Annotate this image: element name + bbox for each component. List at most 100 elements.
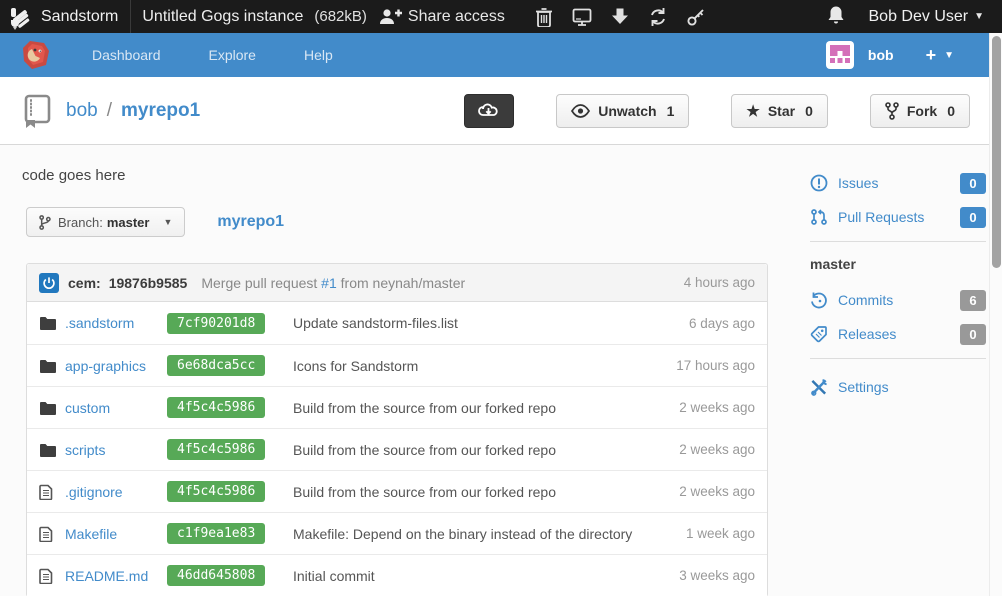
unwatch-label: Unwatch: [598, 103, 656, 119]
file-sha-badge[interactable]: 4f5c4c5986: [167, 481, 265, 502]
repo-header: bob / myrepo1 Unwatch 1 ★ Star 0: [0, 77, 1002, 145]
repo-owner-link[interactable]: bob: [66, 100, 98, 122]
sidebar-item-releases[interactable]: Releases 0: [810, 320, 986, 348]
star-icon: ★: [746, 102, 759, 120]
bell-icon: [827, 5, 845, 25]
commits-count-badge: 6: [960, 290, 986, 311]
file-name-link[interactable]: .sandstorm: [65, 315, 167, 331]
scrollbar-thumb[interactable]: [992, 36, 1001, 268]
gogs-logo[interactable]: [20, 39, 52, 71]
issues-label: Issues: [838, 175, 878, 191]
cloud-download-icon: [477, 101, 501, 120]
share-access-label: Share access: [408, 8, 505, 26]
sidebar-item-issues[interactable]: Issues 0: [810, 169, 986, 197]
file-name-link[interactable]: .gitignore: [65, 484, 167, 500]
commit-author-avatar[interactable]: [39, 273, 59, 293]
sidebar-item-commits[interactable]: Commits 6: [810, 286, 986, 314]
person-add-icon: [379, 8, 403, 26]
open-in-new-window-button[interactable]: [571, 6, 593, 28]
sidebar-item-pull-requests[interactable]: Pull Requests 0: [810, 203, 986, 231]
star-label: Star: [768, 103, 795, 119]
restart-grain-button[interactable]: [647, 6, 669, 28]
folder-icon: [39, 443, 56, 457]
fork-button[interactable]: Fork 0: [870, 94, 970, 128]
commit-message-prefix: Merge pull request: [201, 275, 317, 291]
commit-message-suffix: from neynah/master: [341, 275, 466, 291]
issues-icon: [810, 174, 828, 192]
refresh-icon: [648, 7, 668, 27]
repo-book-icon: [22, 94, 52, 128]
nav-item-dashboard[interactable]: Dashboard: [92, 47, 161, 63]
commit-sha-link[interactable]: 19876b9585: [109, 275, 188, 291]
nav-item-help[interactable]: Help: [304, 47, 333, 63]
file-name-link[interactable]: custom: [65, 400, 167, 416]
fork-icon: [885, 102, 899, 120]
api-key-button[interactable]: [685, 6, 707, 28]
star-count: 0: [805, 103, 813, 119]
branch-select-button[interactable]: Branch: master ▼: [26, 207, 185, 237]
notifications-bell-button[interactable]: [827, 5, 845, 29]
page-scrollbar[interactable]: [989, 33, 1002, 596]
pull-requests-count-badge: 0: [960, 207, 986, 228]
user-avatar[interactable]: [826, 41, 854, 69]
commits-history-icon: [810, 291, 828, 309]
nav-username[interactable]: bob: [868, 47, 894, 63]
gogs-navbar: Dashboard Explore Help bob + ▼: [0, 33, 1002, 77]
pr-link[interactable]: #1: [321, 275, 337, 291]
fork-label: Fork: [907, 103, 937, 119]
file-commit-message: Initial commit: [293, 568, 645, 584]
app-name[interactable]: Sandstorm: [41, 8, 118, 26]
file-name-link[interactable]: app-graphics: [65, 358, 167, 374]
folder-icon: [39, 401, 56, 415]
sidebar-item-settings[interactable]: Settings: [810, 373, 986, 401]
file-commit-message: Build from the source from our forked re…: [293, 400, 645, 416]
commit-author[interactable]: cem:: [68, 275, 101, 291]
file-sha-badge[interactable]: 46dd645808: [167, 565, 265, 586]
caret-down-icon: ▼: [163, 217, 172, 227]
branch-label: Branch:: [58, 215, 103, 230]
file-commit-message: Build from the source from our forked re…: [293, 484, 645, 500]
repo-description: code goes here: [22, 167, 768, 184]
pull-requests-label: Pull Requests: [838, 209, 924, 225]
sidebar-divider: [810, 241, 986, 242]
commits-label: Commits: [838, 292, 893, 308]
share-access-button[interactable]: Share access: [379, 8, 505, 26]
sidebar-branch-heading: master: [810, 256, 986, 272]
new-repo-plus-button[interactable]: +: [926, 45, 937, 66]
issues-count-badge: 0: [960, 173, 986, 194]
file-name-link[interactable]: Makefile: [65, 526, 167, 542]
file-sha-badge[interactable]: 7cf90201d8: [167, 313, 265, 334]
nav-item-explore[interactable]: Explore: [209, 47, 256, 63]
file-commit-time: 2 weeks ago: [645, 484, 755, 499]
table-row: .gitignore 4f5c4c5986 Build from the sou…: [27, 470, 767, 512]
delete-grain-button[interactable]: [533, 6, 555, 28]
repo-name-link[interactable]: myrepo1: [121, 100, 200, 122]
file-commit-time: 1 week ago: [645, 526, 755, 541]
user-menu[interactable]: Bob Dev User ▼: [869, 8, 985, 26]
tag-icon: [810, 325, 828, 343]
file-commit-time: 17 hours ago: [645, 358, 755, 373]
repo-action-buttons: Unwatch 1 ★ Star 0 Fork 0: [464, 94, 970, 128]
file-sha-badge[interactable]: 6e68dca5cc: [167, 355, 265, 376]
clone-download-button[interactable]: [464, 94, 514, 128]
repo-root-link[interactable]: myrepo1: [217, 213, 284, 231]
file-sha-badge[interactable]: c1f9ea1e83: [167, 523, 265, 544]
star-button[interactable]: ★ Star 0: [731, 94, 827, 128]
unwatch-button[interactable]: Unwatch 1: [556, 94, 689, 128]
branch-row: Branch: master ▼ myrepo1: [26, 207, 768, 237]
grain-title[interactable]: Untitled Gogs instance: [142, 8, 303, 26]
caret-down-icon[interactable]: ▼: [944, 50, 954, 61]
file-name-link[interactable]: scripts: [65, 442, 167, 458]
download-backup-button[interactable]: [609, 6, 631, 28]
repo-breadcrumb: bob / myrepo1: [66, 100, 200, 122]
file-icon: [39, 568, 53, 584]
file-commit-time: 2 weeks ago: [645, 400, 755, 415]
file-icon: [39, 526, 53, 542]
key-icon: [686, 7, 706, 27]
sandstorm-topbar: Sandstorm Untitled Gogs instance (682kB)…: [0, 0, 1002, 33]
file-sha-badge[interactable]: 4f5c4c5986: [167, 439, 265, 460]
file-name-link[interactable]: README.md: [65, 568, 167, 584]
sandstorm-logo-icon[interactable]: [8, 4, 34, 30]
file-sha-badge[interactable]: 4f5c4c5986: [167, 397, 265, 418]
table-row: .sandstorm 7cf90201d8 Update sandstorm-f…: [27, 302, 767, 344]
